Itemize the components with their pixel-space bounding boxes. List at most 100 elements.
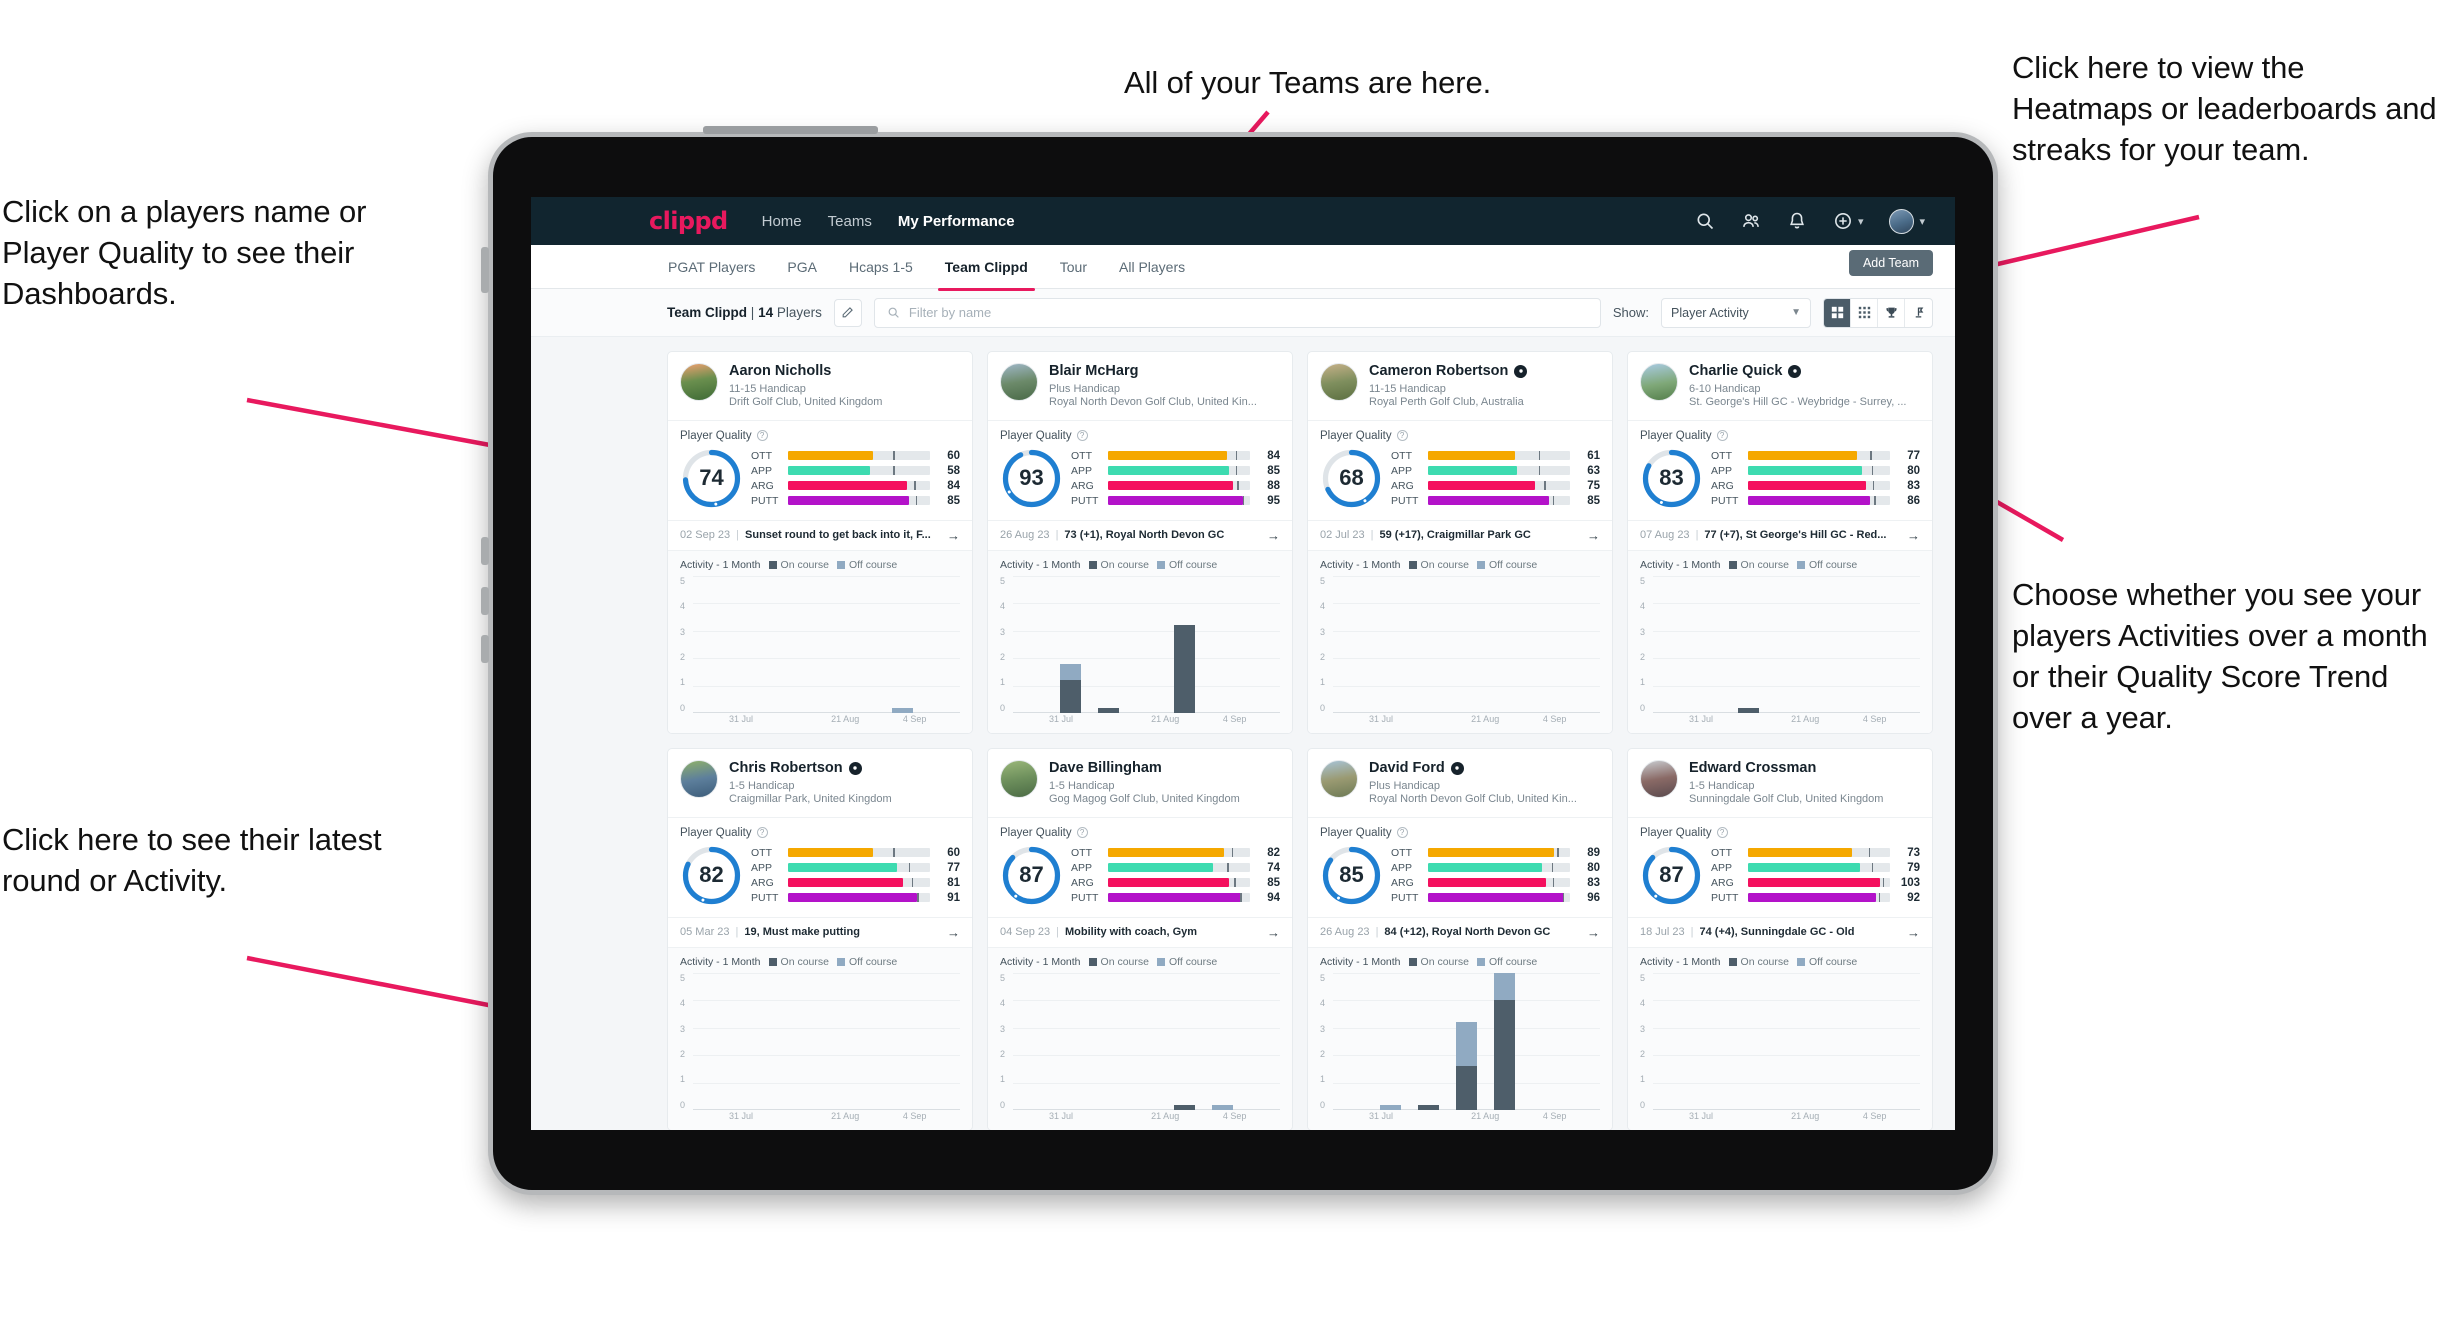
arrow-right-icon[interactable]: → <box>1579 925 1600 940</box>
latest-round-row[interactable]: 26 Aug 23 | 73 (+1), Royal North Devon GC → <box>988 519 1292 550</box>
add-menu[interactable]: ▾ <box>1833 211 1863 231</box>
player-quality-label: Player Quality? <box>1000 430 1280 442</box>
latest-round-row[interactable]: 18 Jul 23 | 74 (+4), Sunningdale GC - Old → <box>1628 916 1932 947</box>
latest-round-row[interactable]: 05 Mar 23 | 19, Must make putting → <box>668 916 972 947</box>
player-avatar[interactable] <box>1320 760 1358 798</box>
player-quality-section[interactable]: Player Quality? 85 OTT 89 APP 80 ARG 83 PUTT 96 <box>1308 816 1612 917</box>
player-card-header[interactable]: Dave Billingham 1-5 Handicap Gog Magog Gol… <box>988 749 1292 817</box>
player-card-header[interactable]: Blair McHarg Plus Handicap Royal North Dev… <box>988 352 1292 420</box>
tab-hcaps-1-5[interactable]: Hcaps 1-5 <box>848 251 914 283</box>
grid-view-icon[interactable] <box>1824 298 1851 327</box>
player-quality-section[interactable]: Player Quality? 82 OTT 60 APP 77 ARG 81 PUTT 91 <box>668 816 972 917</box>
player-card-header[interactable]: Charlie Quick 6-10 Handicap St. George's H… <box>1628 352 1932 420</box>
player-card[interactable]: Blair McHarg Plus Handicap Royal North Dev… <box>987 351 1293 734</box>
help-icon[interactable]: ? <box>756 430 768 442</box>
metric-row: OTT 89 <box>1391 847 1600 859</box>
latest-round-row[interactable]: 26 Aug 23 | 84 (+12), Royal North Devon GC… <box>1308 916 1612 947</box>
help-icon[interactable]: ? <box>1396 430 1408 442</box>
y-tick-label: 1 <box>680 677 686 688</box>
help-icon[interactable]: ? <box>1716 827 1728 839</box>
profile-menu[interactable]: ▾ <box>1889 208 1925 234</box>
help-icon[interactable]: ? <box>1076 430 1088 442</box>
tab-pga[interactable]: PGA <box>786 251 818 283</box>
metric-row: APP 80 <box>1391 862 1600 874</box>
player-quality-section[interactable]: Player Quality? 68 OTT 61 APP 63 ARG 75 PUTT 85 <box>1308 419 1612 520</box>
clippd-logo[interactable]: clippd <box>649 207 728 235</box>
latest-round-row[interactable]: 07 Aug 23 | 77 (+7), St George's Hill GC -… <box>1628 519 1932 550</box>
edit-team-button[interactable] <box>833 298 862 327</box>
avatar[interactable] <box>1889 208 1915 234</box>
player-avatar[interactable] <box>680 363 718 401</box>
player-card[interactable]: Charlie Quick 6-10 Handicap St. George's H… <box>1627 351 1933 734</box>
dots-grid-view-icon[interactable] <box>1851 298 1878 327</box>
player-quality-section[interactable]: Player Quality? 87 OTT 82 APP 74 ARG 85 PUTT 94 <box>988 816 1292 917</box>
player-avatar[interactable] <box>1640 760 1678 798</box>
activity-bar-slot <box>1242 973 1280 1110</box>
arrow-right-icon[interactable]: → <box>939 925 960 940</box>
player-avatar[interactable] <box>1000 363 1038 401</box>
player-name[interactable]: Cameron Robertson <box>1369 363 1600 380</box>
tab-all-players[interactable]: All Players <box>1118 251 1186 283</box>
player-quality-section[interactable]: Player Quality? 87 OTT 73 APP 79 ARG 103 PUTT 92 <box>1628 816 1932 917</box>
help-icon[interactable]: ? <box>1396 827 1408 839</box>
player-avatar[interactable] <box>1320 363 1358 401</box>
people-icon[interactable] <box>1741 211 1761 231</box>
player-quality-section[interactable]: Player Quality? 93 OTT 84 APP 85 ARG 88 PUTT 95 <box>988 419 1292 520</box>
show-select[interactable]: Player Activity ▼ <box>1661 297 1811 328</box>
metric-row: PUTT 91 <box>751 892 960 904</box>
player-card-header[interactable]: David Ford Plus Handicap Royal North Devon… <box>1308 749 1612 817</box>
player-card-header[interactable]: Chris Robertson 1-5 Handicap Craigmillar P… <box>668 749 972 817</box>
arrow-right-icon[interactable]: → <box>1899 528 1920 543</box>
nav-item-home[interactable]: Home <box>762 213 802 230</box>
tab-tour[interactable]: Tour <box>1059 251 1088 283</box>
latest-round-row[interactable]: 02 Jul 23 | 59 (+17), Craigmillar Park GC → <box>1308 519 1612 550</box>
bell-icon[interactable] <box>1787 211 1807 231</box>
nav-item-teams[interactable]: Teams <box>828 213 872 230</box>
player-card[interactable]: David Ford Plus Handicap Royal North Devon… <box>1307 748 1613 1130</box>
trophy-view-icon[interactable] <box>1878 298 1905 327</box>
player-card[interactable]: Edward Crossman 1-5 Handicap Sunningdale G… <box>1627 748 1933 1130</box>
metric-fill <box>1428 451 1515 461</box>
player-name[interactable]: Chris Robertson <box>729 760 960 777</box>
flag-view-icon[interactable] <box>1905 299 1932 327</box>
player-avatar[interactable] <box>1000 760 1038 798</box>
arrow-right-icon[interactable]: → <box>1899 925 1920 940</box>
arrow-right-icon[interactable]: → <box>1579 528 1600 543</box>
player-name[interactable]: Blair McHarg <box>1049 363 1280 380</box>
player-name[interactable]: David Ford <box>1369 760 1600 777</box>
player-avatar[interactable] <box>1640 363 1678 401</box>
latest-round-row[interactable]: 02 Sep 23 | Sunset round to get back into … <box>668 519 972 550</box>
tab-team-clippd[interactable]: Team Clippd <box>937 251 1035 291</box>
player-card-header[interactable]: Aaron Nicholls 11-15 Handicap Drift Golf C… <box>668 352 972 420</box>
player-card-header[interactable]: Edward Crossman 1-5 Handicap Sunningdale G… <box>1628 749 1932 817</box>
player-card[interactable]: Dave Billingham 1-5 Handicap Gog Magog Gol… <box>987 748 1293 1130</box>
activity-section: Activity - 1 Month On course Off course 5 4 3… <box>1628 946 1932 1130</box>
arrow-right-icon[interactable]: → <box>1259 925 1280 940</box>
arrow-right-icon[interactable]: → <box>1259 528 1280 543</box>
search-field[interactable]: Filter by name <box>873 297 1601 328</box>
plus-circle-icon[interactable] <box>1833 211 1853 231</box>
quality-metric-bars: OTT 82 APP 74 ARG 85 PUTT 94 <box>1071 847 1280 904</box>
y-axis: 5 4 3 2 1 0 <box>1640 576 1653 727</box>
help-icon[interactable]: ? <box>1716 430 1728 442</box>
player-quality-section[interactable]: Player Quality? 83 OTT 77 APP 80 ARG 83 PUTT 86 <box>1628 419 1932 520</box>
player-card[interactable]: Cameron Robertson 11-15 Handicap Royal Per… <box>1307 351 1613 734</box>
add-team-button[interactable]: Add Team <box>1848 250 1933 276</box>
latest-round-row[interactable]: 04 Sep 23 | Mobility with coach, Gym → <box>988 916 1292 947</box>
player-card[interactable]: Aaron Nicholls 11-15 Handicap Drift Golf C… <box>667 351 973 734</box>
tab-pgat-players[interactable]: PGAT Players <box>667 251 756 283</box>
player-name[interactable]: Dave Billingham <box>1049 760 1280 777</box>
player-name[interactable]: Charlie Quick <box>1689 363 1920 380</box>
quality-score-value: 87 <box>1019 862 1044 888</box>
arrow-right-icon[interactable]: → <box>939 528 960 543</box>
player-avatar[interactable] <box>680 760 718 798</box>
player-name[interactable]: Edward Crossman <box>1689 760 1920 777</box>
help-icon[interactable]: ? <box>1076 827 1088 839</box>
player-card-header[interactable]: Cameron Robertson 11-15 Handicap Royal Per… <box>1308 352 1612 420</box>
search-icon[interactable] <box>1695 211 1715 231</box>
player-quality-section[interactable]: Player Quality? 74 OTT 60 APP 58 ARG 84 PUTT 85 <box>668 419 972 520</box>
player-name[interactable]: Aaron Nicholls <box>729 363 960 380</box>
nav-item-my-performance[interactable]: My Performance <box>898 213 1015 230</box>
help-icon[interactable]: ? <box>756 827 768 839</box>
player-card[interactable]: Chris Robertson 1-5 Handicap Craigmillar P… <box>667 748 973 1130</box>
